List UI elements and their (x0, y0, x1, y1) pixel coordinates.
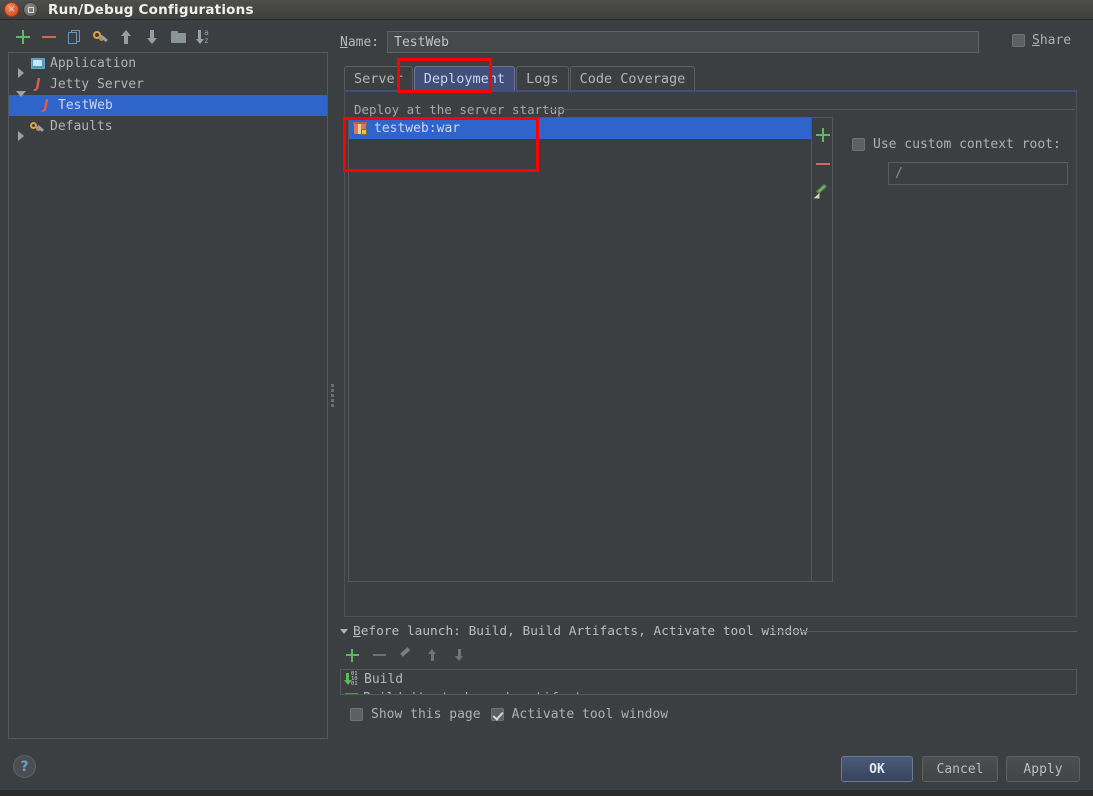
tree-item-testweb[interactable]: J TestWeb (9, 95, 327, 116)
before-launch-toolbar (344, 647, 468, 663)
before-launch-options: Show this page Activate tool window (350, 707, 668, 722)
use-custom-context-root-label: Use custom context root: (873, 137, 1061, 152)
remove-configuration-button[interactable] (40, 28, 58, 46)
tab-code-coverage[interactable]: Code Coverage (569, 66, 696, 91)
list-item[interactable]: testweb:war (349, 118, 811, 139)
configuration-tabs[interactable]: Server Deployment Logs Code Coverage (344, 64, 696, 91)
tab-deployment[interactable]: Deployment (413, 66, 516, 91)
share-checkbox-row[interactable]: Share (1012, 33, 1071, 48)
tree-item-label: Defaults (50, 119, 113, 134)
apply-button[interactable]: Apply (1006, 756, 1080, 782)
splitter-grip[interactable] (331, 384, 334, 407)
list-item-label: Build 'testweb:war' artifact (363, 691, 582, 694)
move-up-button[interactable] (118, 28, 136, 46)
help-button[interactable]: ? (13, 755, 36, 778)
before-launch-title-rest: efore launch: Build, Build Artifacts, Ac… (360, 624, 808, 639)
panel-splitter[interactable] (328, 52, 337, 739)
share-label-rest: hare (1039, 33, 1072, 48)
deploy-group-label: Deploy at the server startup (350, 102, 569, 117)
sort-configurations-button[interactable]: a z (196, 28, 214, 46)
activate-tool-window-label: Activate tool window (511, 707, 669, 722)
list-item[interactable]: 01 10 01 Build (341, 670, 1076, 689)
close-icon[interactable]: ✕ (4, 2, 19, 17)
name-input[interactable] (387, 31, 980, 53)
ok-button[interactable]: OK (841, 756, 913, 782)
show-this-page-row[interactable]: Show this page (350, 707, 481, 722)
copy-configuration-button[interactable] (66, 28, 84, 46)
edit-artifact-button[interactable] (813, 183, 830, 202)
artifact-icon (353, 121, 368, 136)
context-root-checkbox-row[interactable]: Use custom context root: (852, 137, 1082, 152)
tab-logs[interactable]: Logs (516, 66, 569, 91)
move-down-button[interactable] (144, 28, 162, 46)
move-task-up-button[interactable] (425, 647, 441, 663)
context-root-section: Use custom context root: (852, 137, 1082, 185)
name-row: Name: (340, 31, 990, 53)
cancel-button[interactable]: Cancel (922, 756, 998, 782)
group-separator (545, 109, 1075, 110)
artifact-icon (345, 692, 359, 694)
before-launch-task-list[interactable]: 011001 Build Build 'testweb:war' artifac… (340, 669, 1077, 695)
defaults-wrench-icon (29, 119, 47, 135)
deployment-artifacts-list[interactable]: testweb:war (348, 117, 812, 582)
list-item[interactable]: Build 'testweb:war' artifact (341, 689, 1076, 694)
name-label: Name: (340, 35, 379, 50)
tree-item-label: Application (50, 56, 137, 71)
tab-server[interactable]: Server (344, 66, 413, 91)
window-title-bar: ✕ Run/Debug Configurations (0, 0, 1093, 20)
tree-item-application[interactable]: Application (9, 53, 327, 78)
show-this-page-checkbox[interactable] (350, 708, 363, 721)
tree-item-jetty-server[interactable]: J Jetty Server (9, 74, 327, 97)
name-label-rest: ame: (347, 34, 380, 50)
activate-tool-window-checkbox[interactable] (490, 708, 504, 721)
jetty-icon: J (43, 97, 49, 113)
remove-task-button[interactable] (371, 647, 387, 663)
before-launch-separator (770, 631, 1077, 632)
list-item-label: testweb:war (374, 121, 461, 136)
name-mnemonic: N (340, 34, 348, 50)
before-launch-header[interactable]: Before launch: Build, Build Artifacts, A… (340, 624, 808, 639)
tree-item-defaults[interactable]: Defaults (9, 116, 327, 141)
application-icon (29, 56, 47, 72)
add-artifact-button[interactable] (814, 126, 830, 142)
window-bottom-strip (0, 790, 1093, 796)
share-mnemonic: S (1032, 33, 1040, 48)
jetty-icon: J (35, 76, 41, 92)
tree-item-label: Jetty Server (50, 77, 144, 92)
edit-defaults-button[interactable] (92, 28, 110, 46)
list-item-label: Build (364, 672, 404, 687)
share-checkbox[interactable] (1012, 34, 1025, 47)
edit-task-button[interactable] (398, 647, 414, 663)
chevron-down-icon[interactable] (340, 629, 348, 634)
tree-item-label: TestWeb (58, 98, 113, 113)
create-folder-button[interactable] (170, 28, 188, 46)
add-task-button[interactable] (344, 647, 360, 663)
sort-letter-z: z (204, 36, 209, 45)
move-task-down-button[interactable] (452, 647, 468, 663)
show-this-page-label: Show this page (371, 707, 481, 722)
before-launch-mnemonic: B (353, 624, 361, 639)
activate-tool-window-row[interactable]: Activate tool window (490, 707, 669, 722)
add-configuration-button[interactable] (14, 28, 32, 46)
share-label: Share (1032, 33, 1071, 48)
configurations-tree[interactable]: Application J Jetty Server J TestWeb Def… (8, 52, 328, 739)
configurations-toolbar: a z (6, 24, 326, 50)
before-launch-title: Before launch: Build, Build Artifacts, A… (353, 624, 808, 639)
maximize-icon[interactable] (23, 2, 38, 17)
deployment-list-toolbar (812, 117, 833, 582)
build-icon: 01 10 01 (351, 671, 358, 687)
use-custom-context-root-checkbox[interactable] (852, 138, 865, 151)
remove-artifact-button[interactable] (814, 155, 830, 171)
context-root-input[interactable] (888, 162, 1068, 185)
window-title: Run/Debug Configurations (48, 1, 254, 18)
